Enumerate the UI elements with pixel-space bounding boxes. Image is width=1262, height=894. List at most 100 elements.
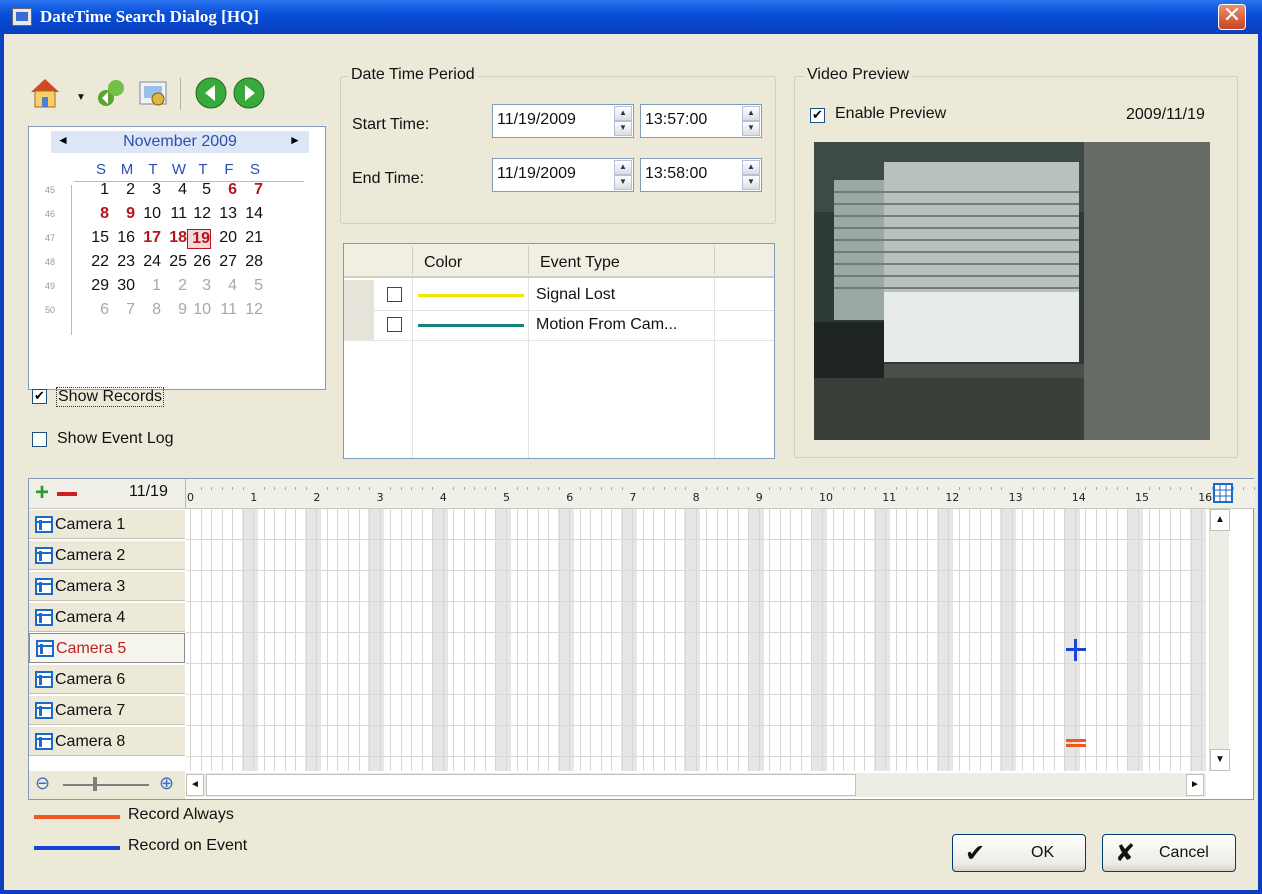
- scroll-right-icon[interactable]: ►: [1186, 774, 1204, 796]
- motion-checkbox[interactable]: [387, 317, 402, 332]
- camera-row[interactable]: Camera 7: [29, 695, 185, 725]
- enable-preview-checkbox[interactable]: ✔: [810, 108, 825, 123]
- calendar-day[interactable]: 7: [111, 301, 135, 319]
- calendar-day[interactable]: 19: [187, 229, 211, 249]
- calendar-day[interactable]: 4: [213, 277, 237, 295]
- close-button[interactable]: ✕: [1218, 4, 1246, 30]
- ok-button[interactable]: ✔ OK: [952, 834, 1086, 872]
- spin-up-icon[interactable]: ▲: [742, 160, 760, 175]
- camera-row[interactable]: Camera 1: [29, 509, 185, 539]
- home-icon[interactable]: [28, 76, 62, 110]
- timeline-grid[interactable]: [186, 509, 1206, 771]
- calendar-day[interactable]: 27: [213, 253, 237, 271]
- calendar-day[interactable]: 3: [137, 181, 161, 199]
- signal-lost-event-type[interactable]: Signal Lost: [536, 286, 615, 304]
- horizontal-scroll-thumb[interactable]: [206, 774, 856, 796]
- zoom-slider-thumb[interactable]: [93, 777, 97, 791]
- calendar-day[interactable]: 5: [187, 181, 211, 199]
- calendar-day[interactable]: 1: [85, 181, 109, 199]
- calendar-day[interactable]: 6: [85, 301, 109, 319]
- camera-row[interactable]: Camera 2: [29, 540, 185, 570]
- calendar-day[interactable]: 4: [163, 181, 187, 199]
- show-records-label[interactable]: Show Records: [56, 387, 165, 407]
- cancel-button[interactable]: ✘ Cancel: [1102, 834, 1236, 872]
- calendar-day[interactable]: 5: [239, 277, 263, 295]
- start-time-spinner[interactable]: ▲ ▼: [742, 106, 760, 136]
- calendar-day[interactable]: 10: [187, 301, 211, 319]
- column-header-event-type[interactable]: Event Type: [540, 254, 620, 272]
- calendar-day[interactable]: 30: [111, 277, 135, 295]
- camera-row[interactable]: Camera 5: [29, 633, 185, 663]
- calendar-day[interactable]: 2: [163, 277, 187, 295]
- spin-up-icon[interactable]: ▲: [614, 160, 632, 175]
- enable-preview-label[interactable]: Enable Preview: [835, 105, 946, 123]
- calendar-day[interactable]: 16: [111, 229, 135, 247]
- title-bar[interactable]: DateTime Search Dialog [HQ] ✕: [0, 0, 1262, 34]
- calendar-day[interactable]: 21: [239, 229, 263, 247]
- signal-lost-checkbox[interactable]: [387, 287, 402, 302]
- start-date-spinner[interactable]: ▲ ▼: [614, 106, 632, 136]
- calendar-grid-icon[interactable]: [1213, 483, 1233, 503]
- calendar-day[interactable]: 9: [163, 301, 187, 319]
- timeline-horizontal-scrollbar[interactable]: ◄ ►: [186, 773, 1206, 797]
- calendar-day[interactable]: 22: [85, 253, 109, 271]
- show-event-log-label[interactable]: Show Event Log: [57, 430, 174, 448]
- calendar-day[interactable]: 11: [163, 205, 187, 223]
- motion-event-type[interactable]: Motion From Cam...: [536, 316, 677, 334]
- calendar-day[interactable]: 8: [137, 301, 161, 319]
- end-date-spinner[interactable]: ▲ ▼: [614, 160, 632, 190]
- calendar-day[interactable]: 28: [239, 253, 263, 271]
- calendar-day[interactable]: 24: [137, 253, 161, 271]
- scroll-left-icon[interactable]: ◄: [186, 774, 204, 796]
- calendar-day[interactable]: 8: [85, 205, 109, 223]
- calendar-day[interactable]: 25: [163, 253, 187, 271]
- spin-up-icon[interactable]: ▲: [742, 106, 760, 121]
- calendar-day[interactable]: 1: [137, 277, 161, 295]
- event-type-table[interactable]: Color Event Type Signal Lost Motion From…: [343, 243, 775, 459]
- start-time-field[interactable]: 13:57:00 ▲ ▼: [640, 104, 762, 138]
- calendar-day[interactable]: 20: [213, 229, 237, 247]
- show-records-checkbox[interactable]: ✔: [32, 389, 47, 404]
- zoom-in-icon[interactable]: ⊕: [159, 773, 174, 794]
- camera-row[interactable]: Camera 3: [29, 571, 185, 601]
- calendar-day[interactable]: 3: [187, 277, 211, 295]
- calendar-day[interactable]: 23: [111, 253, 135, 271]
- refresh-icon[interactable]: [94, 76, 128, 110]
- timeline-vertical-scrollbar[interactable]: ▲ ▼: [1209, 509, 1230, 771]
- calendar-day[interactable]: 15: [85, 229, 109, 247]
- scroll-down-icon[interactable]: ▼: [1210, 749, 1230, 771]
- scroll-up-icon[interactable]: ▲: [1210, 509, 1230, 531]
- camera-row[interactable]: Camera 8: [29, 726, 185, 756]
- calendar-day[interactable]: 13: [213, 205, 237, 223]
- end-time-field[interactable]: 13:58:00 ▲ ▼: [640, 158, 762, 192]
- end-date-field[interactable]: 11/19/2009 ▲ ▼: [492, 158, 634, 192]
- calendar-day[interactable]: 2: [111, 181, 135, 199]
- calendar-day[interactable]: 14: [239, 205, 263, 223]
- show-event-log-checkbox[interactable]: [32, 432, 47, 447]
- zoom-control[interactable]: ⊖ ⊕: [29, 771, 185, 799]
- time-ruler[interactable]: 0 1 2 3 4 5 6 7 8 9 10 11 12 13 14 15 16: [186, 479, 1255, 509]
- spin-down-icon[interactable]: ▼: [614, 121, 632, 136]
- calendar-day[interactable]: 18: [163, 229, 187, 247]
- calendar-month-label[interactable]: November 2009: [51, 133, 309, 151]
- calendar-day[interactable]: 12: [239, 301, 263, 319]
- calendar-day[interactable]: 9: [111, 205, 135, 223]
- add-icon[interactable]: +: [35, 481, 49, 505]
- spin-up-icon[interactable]: ▲: [614, 106, 632, 121]
- search-settings-icon[interactable]: [136, 76, 170, 110]
- zoom-slider-track[interactable]: [63, 784, 149, 786]
- calendar-day[interactable]: 10: [137, 205, 161, 223]
- camera-row[interactable]: Camera 4: [29, 602, 185, 632]
- next-icon[interactable]: [232, 76, 266, 110]
- calendar-next-button[interactable]: ►: [289, 133, 301, 147]
- calendar-day[interactable]: 7: [239, 181, 263, 199]
- zoom-out-icon[interactable]: ⊖: [35, 773, 50, 794]
- column-header-color[interactable]: Color: [424, 254, 462, 272]
- end-time-spinner[interactable]: ▲ ▼: [742, 160, 760, 190]
- calendar-day[interactable]: 17: [137, 229, 161, 247]
- camera-row[interactable]: Camera 6: [29, 664, 185, 694]
- calendar-day[interactable]: 26: [187, 253, 211, 271]
- previous-icon[interactable]: [194, 76, 228, 110]
- spin-down-icon[interactable]: ▼: [614, 175, 632, 190]
- calendar-day[interactable]: 12: [187, 205, 211, 223]
